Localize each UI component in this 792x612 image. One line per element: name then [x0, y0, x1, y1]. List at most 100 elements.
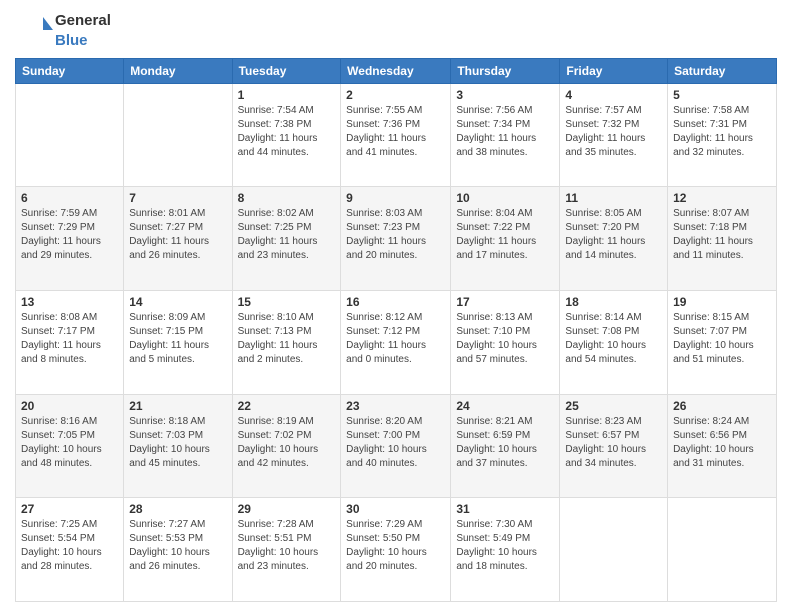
day-number: 21 — [129, 399, 226, 413]
calendar-cell: 18Sunrise: 8:14 AMSunset: 7:08 PMDayligh… — [560, 290, 668, 394]
calendar-cell: 25Sunrise: 8:23 AMSunset: 6:57 PMDayligh… — [560, 394, 668, 498]
calendar-cell — [16, 83, 124, 187]
day-number: 2 — [346, 88, 445, 102]
day-number: 28 — [129, 502, 226, 516]
day-header-sunday: Sunday — [16, 58, 124, 83]
calendar-cell: 8Sunrise: 8:02 AMSunset: 7:25 PMDaylight… — [232, 187, 341, 291]
day-info: Sunrise: 8:04 AMSunset: 7:22 PMDaylight:… — [456, 207, 554, 263]
day-info: Sunrise: 7:27 AMSunset: 5:53 PMDaylight:… — [129, 518, 226, 574]
day-number: 5 — [673, 88, 771, 102]
day-info: Sunrise: 8:18 AMSunset: 7:03 PMDaylight:… — [129, 415, 226, 471]
calendar-cell: 21 Sunrise: 8:18 AMSunset: 7:03 PMDayligh… — [124, 394, 232, 498]
calendar-cell: 12 Sunrise: 8:07 AMSunset: 7:18 PMDayligh… — [668, 187, 777, 291]
logo-blue-text: Blue — [55, 32, 88, 49]
day-info: Sunrise: 7:58 AMSunset: 7:31 PMDaylight:… — [673, 104, 771, 160]
day-info: Sunrise: 8:08 AMSunset: 7:17 PMDaylight:… — [21, 311, 118, 367]
day-number: 18 — [565, 295, 662, 309]
day-number: 12 — [673, 191, 771, 205]
calendar-cell: 10 Sunrise: 8:04 AMSunset: 7:22 PMDayligh… — [451, 187, 560, 291]
day-number: 30 — [346, 502, 445, 516]
day-number: 4 — [565, 88, 662, 102]
calendar-table: SundayMondayTuesdayWednesdayThursdayFrid… — [15, 58, 777, 602]
day-number: 20 — [21, 399, 118, 413]
day-info: Sunrise: 7:29 AMSunset: 5:50 PMDaylight:… — [346, 518, 445, 574]
day-number: 16 — [346, 295, 445, 309]
calendar-cell: 4 Sunrise: 7:57 AMSunset: 7:32 PMDaylight… — [560, 83, 668, 187]
day-info: Sunrise: 7:57 AMSunset: 7:32 PMDaylight:… — [565, 104, 662, 160]
day-number: 13 — [21, 295, 118, 309]
logo-icon — [15, 12, 55, 47]
day-info: Sunrise: 8:13 AMSunset: 7:10 PMDaylight:… — [456, 311, 554, 367]
day-info: Sunrise: 8:10 AMSunset: 7:13 PMDaylight:… — [238, 311, 336, 367]
day-number: 11 — [565, 191, 662, 205]
page: General Blue SundayMondayTuesdayWednesday… — [0, 0, 792, 612]
header: General Blue — [15, 10, 777, 50]
calendar-week-row: 13 Sunrise: 8:08 AMSunset: 7:17 PMDayligh… — [16, 290, 777, 394]
day-header-friday: Friday — [560, 58, 668, 83]
day-info: Sunrise: 8:01 AMSunset: 7:27 PMDaylight:… — [129, 207, 226, 263]
calendar-cell: 20Sunrise: 8:16 AMSunset: 7:05 PMDayligh… — [16, 394, 124, 498]
calendar-cell: 16 Sunrise: 8:12 AMSunset: 7:12 PMDayligh… — [341, 290, 451, 394]
calendar-cell: 23Sunrise: 8:20 AMSunset: 7:00 PMDayligh… — [341, 394, 451, 498]
day-number: 29 — [238, 502, 336, 516]
day-info: Sunrise: 8:23 AMSunset: 6:57 PMDaylight:… — [565, 415, 662, 471]
calendar-cell: 9 Sunrise: 8:03 AMSunset: 7:23 PMDaylight… — [341, 187, 451, 291]
calendar-cell — [560, 498, 668, 602]
day-number: 27 — [21, 502, 118, 516]
day-info: Sunrise: 7:28 AMSunset: 5:51 PMDaylight:… — [238, 518, 336, 574]
day-number: 3 — [456, 88, 554, 102]
day-info: Sunrise: 8:12 AMSunset: 7:12 PMDaylight:… — [346, 311, 445, 367]
day-number: 7 — [129, 191, 226, 205]
day-info: Sunrise: 7:59 AMSunset: 7:29 PMDaylight:… — [21, 207, 118, 263]
day-number: 14 — [129, 295, 226, 309]
calendar-cell: 17Sunrise: 8:13 AMSunset: 7:10 PMDayligh… — [451, 290, 560, 394]
day-info: Sunrise: 7:54 AMSunset: 7:38 PMDaylight:… — [238, 104, 336, 160]
day-number: 26 — [673, 399, 771, 413]
day-number: 22 — [238, 399, 336, 413]
day-header-thursday: Thursday — [451, 58, 560, 83]
calendar-week-row: 27Sunrise: 7:25 AMSunset: 5:54 PMDayligh… — [16, 498, 777, 602]
day-number: 1 — [238, 88, 336, 102]
calendar-cell: 19Sunrise: 8:15 AMSunset: 7:07 PMDayligh… — [668, 290, 777, 394]
day-header-wednesday: Wednesday — [341, 58, 451, 83]
calendar-cell — [124, 83, 232, 187]
calendar-cell: 30 Sunrise: 7:29 AMSunset: 5:50 PMDayligh… — [341, 498, 451, 602]
calendar-cell: 3 Sunrise: 7:56 AMSunset: 7:34 PMDaylight… — [451, 83, 560, 187]
day-info: Sunrise: 8:02 AMSunset: 7:25 PMDaylight:… — [238, 207, 336, 263]
calendar-cell: 1 Sunrise: 7:54 AMSunset: 7:38 PMDaylight… — [232, 83, 341, 187]
calendar-cell: 27Sunrise: 7:25 AMSunset: 5:54 PMDayligh… — [16, 498, 124, 602]
calendar-cell: 5 Sunrise: 7:58 AMSunset: 7:31 PMDaylight… — [668, 83, 777, 187]
day-info: Sunrise: 8:03 AMSunset: 7:23 PMDaylight:… — [346, 207, 445, 263]
day-info: Sunrise: 8:05 AMSunset: 7:20 PMDaylight:… — [565, 207, 662, 263]
calendar-cell: 2 Sunrise: 7:55 AMSunset: 7:36 PMDaylight… — [341, 83, 451, 187]
calendar-cell: 29 Sunrise: 7:28 AMSunset: 5:51 PMDayligh… — [232, 498, 341, 602]
day-header-saturday: Saturday — [668, 58, 777, 83]
day-info: Sunrise: 8:24 AMSunset: 6:56 PMDaylight:… — [673, 415, 771, 471]
day-number: 23 — [346, 399, 445, 413]
calendar-week-row: 1 Sunrise: 7:54 AMSunset: 7:38 PMDaylight… — [16, 83, 777, 187]
day-info: Sunrise: 8:07 AMSunset: 7:18 PMDaylight:… — [673, 207, 771, 263]
day-info: Sunrise: 7:30 AMSunset: 5:49 PMDaylight:… — [456, 518, 554, 574]
day-number: 24 — [456, 399, 554, 413]
calendar-week-row: 20Sunrise: 8:16 AMSunset: 7:05 PMDayligh… — [16, 394, 777, 498]
day-info: Sunrise: 8:21 AMSunset: 6:59 PMDaylight:… — [456, 415, 554, 471]
calendar-cell: 22Sunrise: 8:19 AMSunset: 7:02 PMDayligh… — [232, 394, 341, 498]
calendar-cell: 11 Sunrise: 8:05 AMSunset: 7:20 PMDayligh… — [560, 187, 668, 291]
day-info: Sunrise: 7:55 AMSunset: 7:36 PMDaylight:… — [346, 104, 445, 160]
day-header-monday: Monday — [124, 58, 232, 83]
day-info: Sunrise: 7:56 AMSunset: 7:34 PMDaylight:… — [456, 104, 554, 160]
calendar-cell: 28 Sunrise: 7:27 AMSunset: 5:53 PMDayligh… — [124, 498, 232, 602]
calendar-week-row: 6 Sunrise: 7:59 AMSunset: 7:29 PMDaylight… — [16, 187, 777, 291]
day-number: 9 — [346, 191, 445, 205]
day-number: 10 — [456, 191, 554, 205]
calendar-header-row: SundayMondayTuesdayWednesdayThursdayFrid… — [16, 58, 777, 83]
calendar-cell: 24 Sunrise: 8:21 AMSunset: 6:59 PMDayligh… — [451, 394, 560, 498]
day-number: 15 — [238, 295, 336, 309]
logo-general-text: General — [55, 12, 111, 29]
calendar-cell: 13 Sunrise: 8:08 AMSunset: 7:17 PMDayligh… — [16, 290, 124, 394]
calendar-cell: 6 Sunrise: 7:59 AMSunset: 7:29 PMDaylight… — [16, 187, 124, 291]
day-number: 6 — [21, 191, 118, 205]
calendar-cell: 7 Sunrise: 8:01 AMSunset: 7:27 PMDaylight… — [124, 187, 232, 291]
logo: General Blue — [15, 10, 111, 50]
calendar-cell: 14Sunrise: 8:09 AMSunset: 7:15 PMDayligh… — [124, 290, 232, 394]
